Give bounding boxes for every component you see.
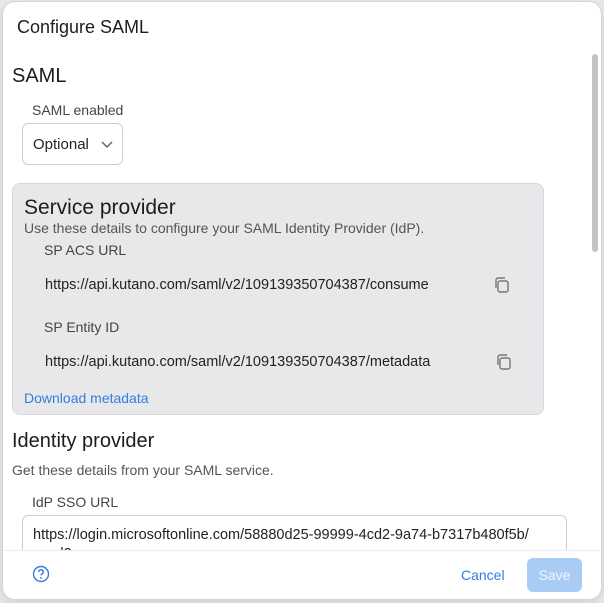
- chevron-down-icon: [101, 141, 113, 149]
- saml-enabled-select[interactable]: Optional: [22, 123, 123, 165]
- service-provider-panel: Service provider Use these details to co…: [12, 183, 544, 415]
- saml-enabled-value: Optional: [33, 136, 89, 153]
- cancel-button[interactable]: Cancel: [461, 567, 505, 583]
- dialog-footer: Cancel Save: [3, 550, 601, 599]
- identity-provider-title: Identity provider: [12, 430, 155, 452]
- identity-provider-description: Get these details from your SAML service…: [12, 462, 274, 478]
- service-provider-description: Use these details to configure your SAML…: [24, 220, 425, 236]
- save-button[interactable]: Save: [527, 558, 582, 592]
- idp-sso-url-input[interactable]: https://login.microsoftonline.com/58880d…: [22, 515, 567, 550]
- configure-saml-dialog: Configure SAML SAML SAML enabled Optiona…: [3, 2, 601, 599]
- copy-icon[interactable]: [494, 352, 514, 372]
- saml-section-title: SAML: [12, 65, 67, 87]
- idp-sso-url-label: IdP SSO URL: [32, 494, 119, 510]
- sp-entity-id-value: https://api.kutano.com/saml/v2/109139350…: [45, 354, 431, 370]
- dialog-title: Configure SAML: [17, 17, 150, 37]
- scrollbar-thumb[interactable]: [592, 54, 598, 252]
- download-metadata-link[interactable]: Download metadata: [24, 390, 149, 406]
- idp-sso-url-value: https://login.microsoftonline.com/58880d…: [33, 527, 529, 550]
- sp-acs-url-label: SP ACS URL: [44, 242, 127, 258]
- sp-entity-id-label: SP Entity ID: [44, 319, 120, 335]
- copy-icon[interactable]: [492, 275, 512, 295]
- help-circle-icon[interactable]: [32, 565, 50, 583]
- saml-enabled-label: SAML enabled: [32, 102, 124, 118]
- scrollbar[interactable]: [591, 52, 599, 550]
- sp-acs-url-value: https://api.kutano.com/saml/v2/109139350…: [45, 277, 429, 293]
- service-provider-title: Service provider: [24, 196, 176, 219]
- dialog-content: SAML SAML enabled Optional Service provi…: [3, 52, 591, 550]
